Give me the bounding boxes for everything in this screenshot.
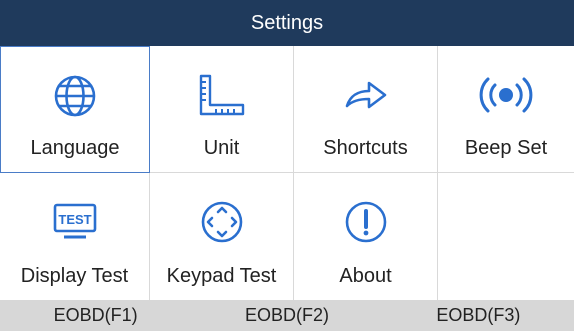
- f2-button[interactable]: EOBD(F2): [191, 305, 382, 326]
- empty-cell: [438, 173, 574, 300]
- settings-item-label: Beep Set: [464, 137, 548, 159]
- settings-screen: Settings Language Unit Shortcuts Beep Se…: [0, 0, 574, 331]
- keypad-icon: [194, 199, 250, 245]
- function-key-bar: EOBD(F1) EOBD(F2) EOBD(F3): [0, 300, 574, 331]
- f3-button[interactable]: EOBD(F3): [383, 305, 574, 326]
- settings-item-label: Keypad Test: [166, 265, 277, 287]
- info-exclamation-icon: [338, 199, 394, 245]
- settings-item-beep-set[interactable]: Beep Set: [438, 46, 574, 173]
- title-bar: Settings: [0, 0, 574, 46]
- settings-grid: Language Unit Shortcuts Beep Set TEST Di…: [0, 46, 574, 300]
- globe-icon: [47, 73, 103, 119]
- settings-item-about[interactable]: About: [294, 173, 438, 300]
- beep-icon: [478, 72, 534, 118]
- test-icon-text: TEST: [58, 212, 91, 227]
- settings-item-display-test[interactable]: TEST Display Test: [0, 173, 150, 300]
- settings-item-label: About: [339, 265, 392, 287]
- settings-item-language[interactable]: Language: [0, 46, 150, 173]
- settings-item-label: Display Test: [20, 265, 129, 287]
- settings-item-shortcuts[interactable]: Shortcuts: [294, 46, 438, 173]
- f1-button[interactable]: EOBD(F1): [0, 305, 191, 326]
- test-display-icon: TEST: [47, 199, 103, 245]
- page-title: Settings: [250, 11, 324, 34]
- settings-item-label: Unit: [203, 137, 240, 159]
- arrow-right-icon: [338, 72, 394, 118]
- settings-item-label: Shortcuts: [323, 137, 408, 159]
- settings-item-keypad-test[interactable]: Keypad Test: [150, 173, 294, 300]
- settings-item-label: Language: [30, 137, 120, 159]
- ruler-icon: [194, 72, 250, 118]
- settings-item-unit[interactable]: Unit: [150, 46, 294, 173]
